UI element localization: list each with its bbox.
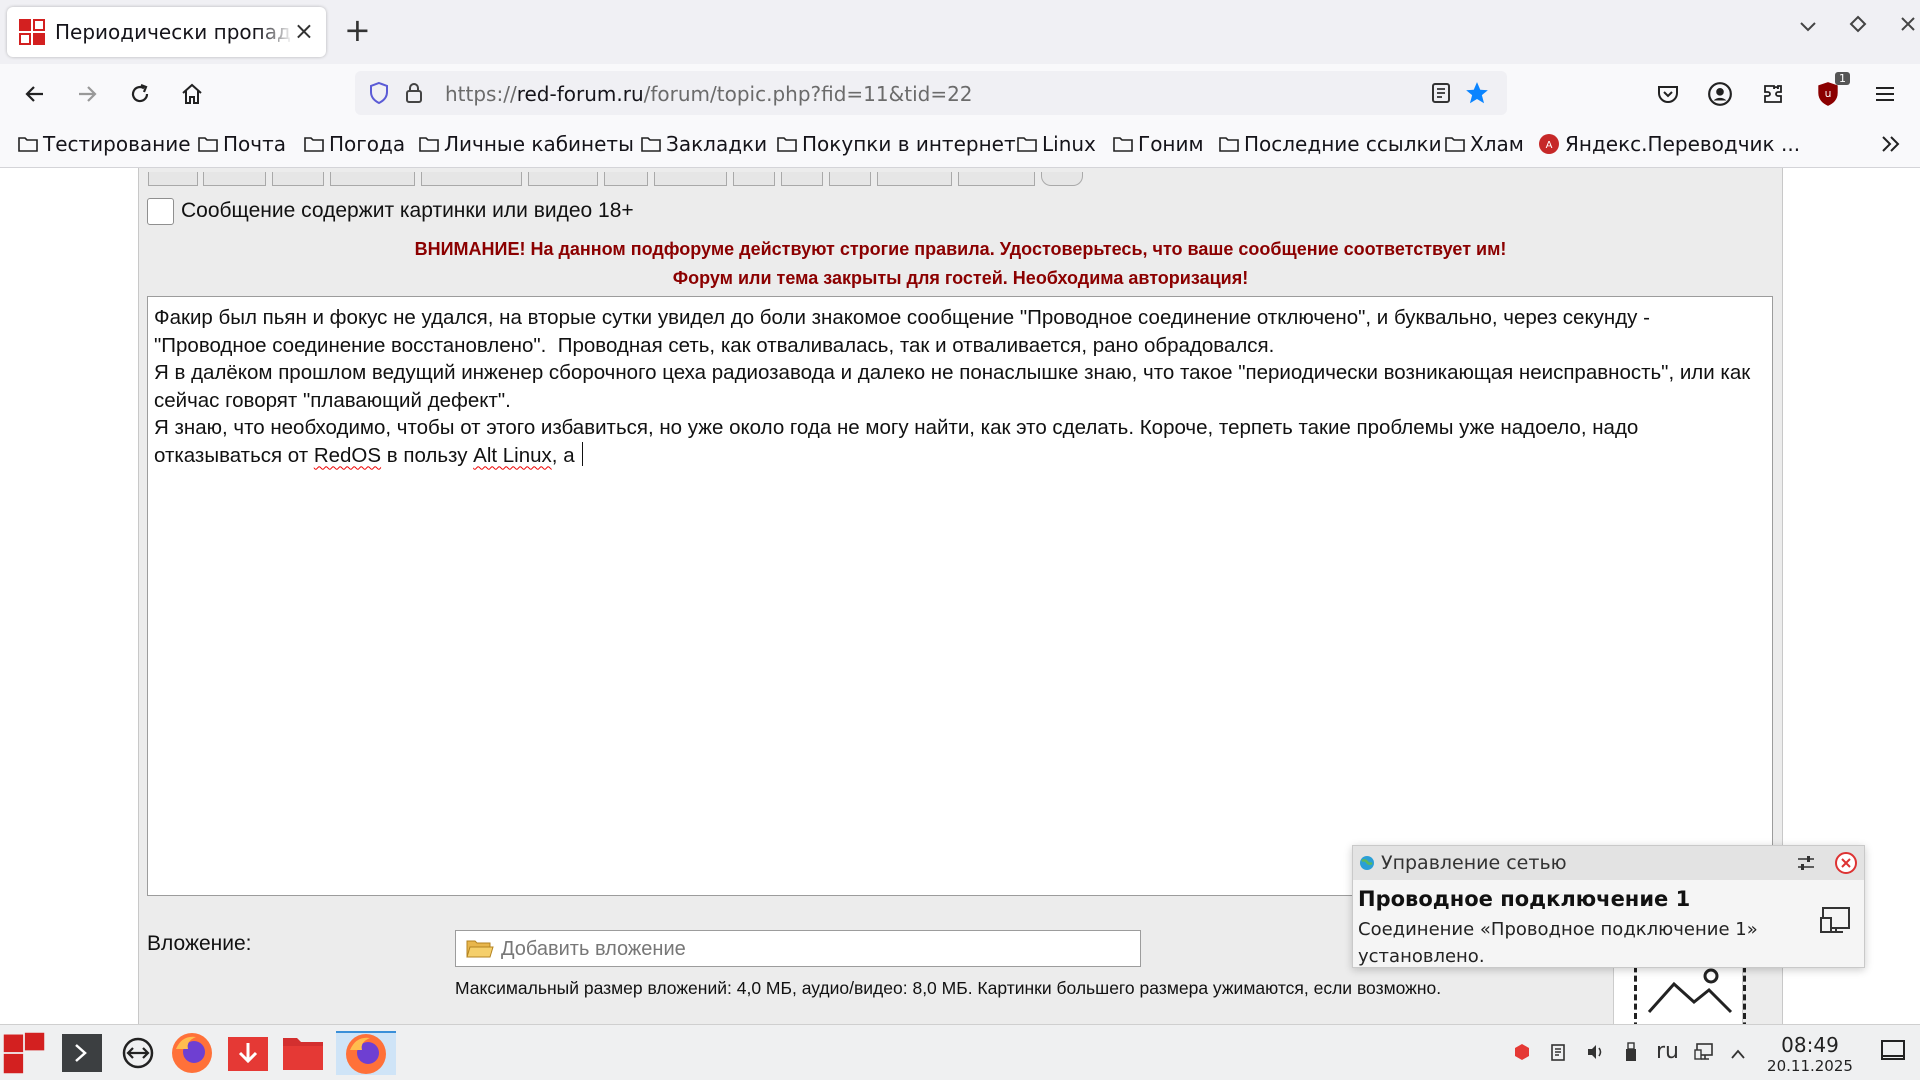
url-text[interactable]: https://red-forum.ru/forum/topic.php?fid… [445, 82, 973, 106]
account-icon[interactable] [1702, 76, 1738, 112]
keyboard-layout[interactable]: ru [1656, 1039, 1679, 1064]
volume-icon[interactable] [1585, 1042, 1605, 1067]
forward-icon[interactable] [69, 76, 105, 112]
remote-desktop-icon[interactable] [116, 1031, 160, 1075]
bookmark-folder[interactable]: Linux [1017, 132, 1096, 156]
editor-toolbar-button[interactable] [272, 172, 324, 186]
nsfw-checkbox[interactable] [147, 198, 174, 225]
bookmark-folder[interactable]: Последние ссылки [1219, 132, 1442, 156]
chevron-down-icon[interactable] [1796, 14, 1820, 38]
editor-toolbar-button[interactable] [604, 172, 648, 186]
tab-title: Периодически пропадает [55, 20, 293, 44]
message-paragraph: Факир был пьян и фокус не удался, на вто… [154, 306, 1656, 357]
terminal-icon[interactable] [60, 1031, 104, 1075]
editor-toolbar-button[interactable] [829, 172, 871, 186]
extensions-icon[interactable] [1755, 76, 1791, 112]
nsfw-checkbox-label: Сообщение содержит картинки или видео 18… [181, 199, 634, 222]
editor-toolbar-button[interactable] [330, 172, 415, 186]
site-favicon-icon [19, 19, 45, 45]
bookmark-folder[interactable]: Личные кабинеты [419, 132, 634, 156]
editor-toolbar-button[interactable] [148, 172, 198, 186]
folder-open-icon [466, 938, 494, 964]
reader-view-icon[interactable] [1425, 77, 1457, 109]
text-caret [582, 441, 584, 466]
notification-settings-icon[interactable] [1796, 854, 1816, 876]
wired-network-icon [1819, 904, 1853, 942]
attachment-size-note: Максимальный размер вложений: 4,0 МБ, ау… [455, 978, 1442, 998]
url-bar[interactable]: https://red-forum.ru/forum/topic.php?fid… [355, 71, 1507, 115]
window-close-icon[interactable] [1896, 14, 1920, 38]
file-manager-icon[interactable] [281, 1031, 325, 1075]
menu-icon[interactable] [1867, 76, 1903, 112]
bookmark-folder[interactable]: Закладки [641, 132, 767, 156]
editor-toolbar-button[interactable] [203, 172, 266, 186]
attachment-label: Вложение: [147, 932, 252, 955]
message-textarea[interactable]: Факир был пьян и фокус не удался, на вто… [147, 296, 1773, 896]
bookmark-folder[interactable]: Хлам [1445, 132, 1524, 156]
bookmark-folder[interactable]: Тестирование [18, 132, 191, 156]
taskbar: ru 08:49 20.11.2025 [0, 1024, 1920, 1080]
add-attachment-placeholder: Добавить вложение [501, 938, 686, 960]
new-tab-button[interactable]: + [344, 14, 371, 46]
download-manager-icon[interactable] [226, 1031, 270, 1075]
editor-toolbar-button[interactable] [733, 172, 775, 186]
editor-toolbar-button[interactable] [421, 172, 522, 186]
guest-warning: Форум или тема закрыты для гостей. Необх… [672, 268, 1249, 288]
clock[interactable]: 08:49 20.11.2025 [1760, 1033, 1860, 1075]
editor-toolbar-button[interactable] [958, 172, 1035, 186]
notification-app-name: Управление сетью [1381, 852, 1567, 874]
nav-bar: https://red-forum.ru/forum/topic.php?fid… [0, 64, 1920, 122]
rules-warning: ВНИМАНИЕ! На данном подфоруме действуют … [414, 239, 1507, 259]
editor-toolbar-button[interactable] [654, 172, 727, 186]
lock-icon[interactable] [398, 77, 430, 109]
clipboard-icon[interactable] [1550, 1042, 1566, 1067]
tab-close-icon[interactable]: × [294, 19, 314, 43]
tab-strip: Периодически пропадает × + [0, 0, 1920, 64]
back-icon[interactable] [17, 76, 53, 112]
message-paragraph: Я знаю, что необходимо, чтобы от этого и… [154, 416, 1645, 467]
bookmark-star-icon[interactable] [1461, 77, 1493, 109]
editor-toolbar-button[interactable] [1041, 172, 1083, 186]
tab-active[interactable]: Периодически пропадает × [7, 7, 326, 57]
network-tray-icon[interactable] [1694, 1042, 1714, 1067]
bookmarks-toolbar: Тестирование Почта Погода Личные кабинет… [0, 122, 1920, 168]
svg-text:A: A [1546, 140, 1553, 151]
notification-header: Управление сетью [1353, 846, 1864, 880]
bookmark-folder[interactable]: Покупки в интернет [777, 132, 1016, 156]
notification-close-icon[interactable] [1835, 852, 1857, 878]
message-paragraph: Я в далёком прошлом ведущий инженер сбор… [154, 361, 1756, 412]
bookmark-folder[interactable]: Погода [304, 132, 405, 156]
reload-icon[interactable] [122, 76, 158, 112]
notification-body: Соединение «Проводное подключение 1» уст… [1358, 919, 1758, 967]
bookmark-folder[interactable]: Гоним [1113, 132, 1204, 156]
network-globe-icon [1359, 855, 1375, 875]
diamond-icon[interactable] [1846, 14, 1870, 38]
home-icon[interactable] [174, 76, 210, 112]
redos-update-icon[interactable] [1513, 1043, 1531, 1066]
shield-icon[interactable] [363, 77, 395, 109]
clock-time: 08:49 [1781, 1033, 1839, 1057]
pocket-icon[interactable] [1650, 76, 1686, 112]
translate-icon: A [1539, 134, 1559, 154]
firefox-active-window-icon[interactable] [336, 1031, 396, 1075]
bookmark-folder[interactable]: Почта [198, 132, 286, 156]
editor-toolbar-button[interactable] [781, 172, 823, 186]
firefox-icon[interactable] [170, 1031, 214, 1075]
svg-text:u: u [1825, 87, 1832, 100]
clock-date: 20.11.2025 [1767, 1057, 1853, 1075]
extension-badge: 1 [1835, 72, 1850, 85]
show-desktop-icon[interactable] [1880, 1039, 1906, 1068]
tray-expand-icon[interactable] [1730, 1044, 1746, 1065]
ublock-extension-icon[interactable]: u 1 [1810, 72, 1850, 112]
editor-toolbar-button[interactable] [877, 172, 952, 186]
app-menu-icon[interactable] [2, 1031, 46, 1075]
editor-toolbar-button[interactable] [528, 172, 598, 186]
more-bookmarks-icon[interactable] [1880, 134, 1907, 154]
usb-icon[interactable] [1624, 1041, 1638, 1068]
add-attachment-button[interactable]: Добавить вложение [455, 930, 1141, 967]
notification-title: Проводное подключение 1 [1358, 887, 1691, 911]
bookmark-yandex-translate[interactable]: A Яндекс.Переводчик ... [1538, 132, 1800, 156]
network-notification[interactable]: Управление сетью Проводное подключение 1… [1352, 845, 1865, 968]
